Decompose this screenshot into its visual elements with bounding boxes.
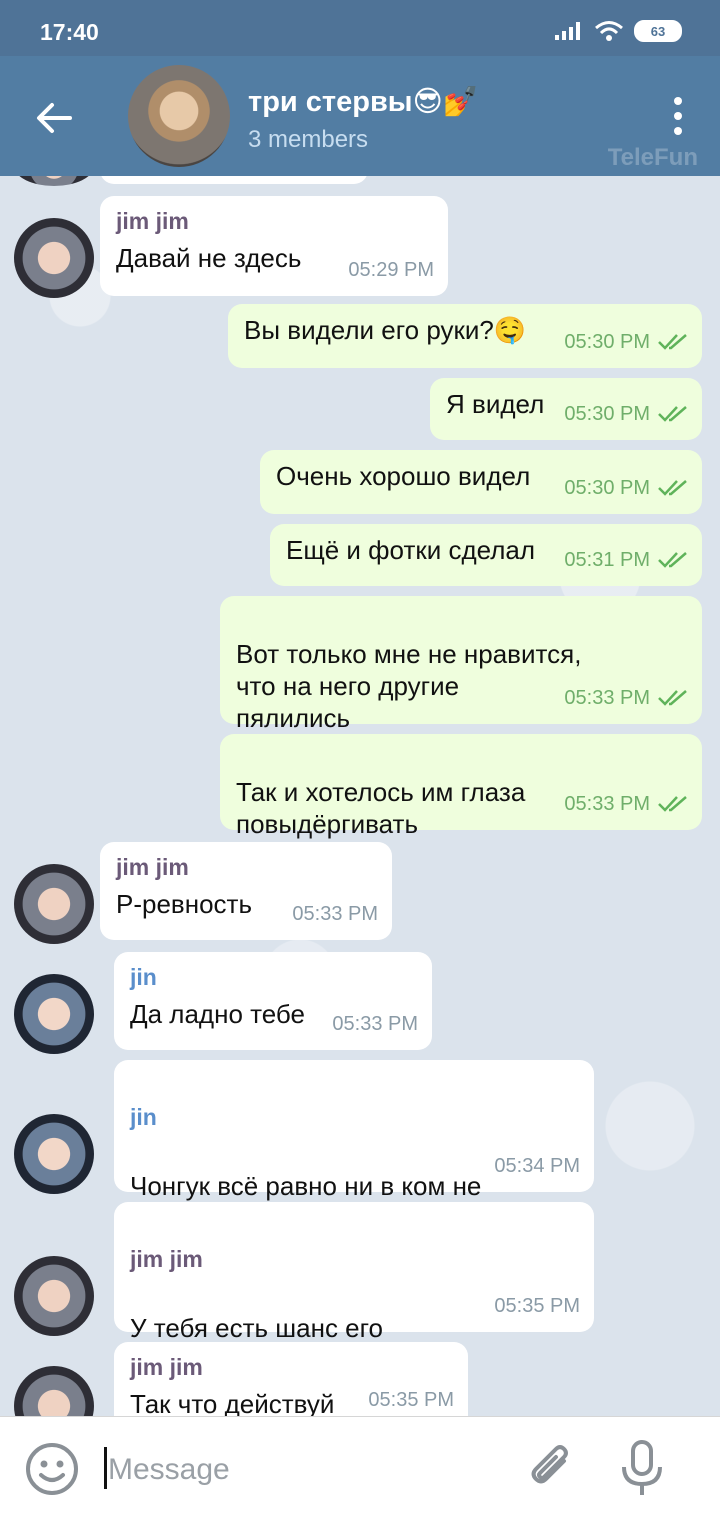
message-time: 05:30 PM: [564, 331, 650, 353]
message-meta: 05:29 PM: [348, 254, 434, 286]
chat-header: три стервы😎💅 3 members TeleFun: [0, 56, 720, 176]
message-bubble[interactable]: jim jim Давай не здесь 05:29 PM: [100, 196, 448, 296]
avatar[interactable]: [14, 864, 94, 944]
message-time: 05:31 PM: [564, 549, 650, 571]
message-meta: 05:35 PM: [368, 1384, 454, 1416]
message-time: 05:34 PM: [494, 1155, 580, 1177]
sender-name: jin: [130, 1104, 157, 1130]
read-checks-icon: [658, 480, 687, 496]
message-time: 05:30 PM: [564, 477, 650, 499]
message-meta: 05:30 PM: [564, 326, 688, 358]
members-count[interactable]: 3 members: [248, 126, 368, 154]
sender-name: jin: [130, 964, 157, 990]
message-time: 05:29 PM: [348, 259, 434, 281]
emoji-icon[interactable]: [24, 1441, 80, 1497]
read-checks-icon: [658, 796, 687, 812]
signal-icon: [555, 22, 580, 40]
message-bubble[interactable]: jin Да ладно тебе 05:33 PM: [114, 952, 432, 1050]
status-icons: 63: [554, 20, 682, 42]
sender-name: jim jim: [116, 854, 189, 880]
sender-name: jim jim: [130, 1354, 203, 1380]
message-bubble[interactable]: Ещё и фотки сделал 05:31 PM: [270, 524, 702, 586]
message-input[interactable]: [106, 1445, 510, 1495]
message-meta: 05:33 PM: [564, 788, 688, 820]
message-time: 05:33 PM: [564, 793, 650, 815]
more-menu-icon[interactable]: [666, 94, 690, 138]
message-bubble[interactable]: Так и хотелось им глаза повыдёргивать 05…: [220, 734, 702, 839]
message-bubble[interactable]: jim jim У тебя есть шанс его привлечь 05…: [114, 1202, 594, 1375]
watermark: TeleFun: [607, 144, 698, 171]
message-bubble[interactable]: [100, 176, 368, 184]
back-arrow-icon[interactable]: [32, 96, 76, 140]
avatar[interactable]: [14, 1114, 94, 1194]
message-meta: 05:31 PM: [564, 544, 688, 576]
read-checks-icon: [658, 406, 687, 422]
avatar[interactable]: [14, 176, 94, 186]
status-time: 17:40: [40, 19, 99, 45]
message-meta: 05:33 PM: [564, 682, 688, 714]
message-time: 05:33 PM: [332, 1013, 418, 1035]
avatar[interactable]: [14, 1256, 94, 1336]
message-bubble[interactable]: Очень хорошо видел 05:30 PM: [260, 450, 702, 514]
message-bubble[interactable]: Вы видели его руки?🤤 05:30 PM: [228, 304, 702, 368]
battery-icon: 63: [634, 20, 682, 42]
sender-name: jim jim: [116, 208, 189, 234]
message-bubble[interactable]: jim jim Так что действуй 05:35 PM: [114, 1342, 468, 1416]
wifi-icon: [595, 21, 623, 41]
avatar[interactable]: [14, 974, 94, 1054]
message-bubble[interactable]: Вот только мне не нравится, что на него …: [220, 596, 702, 733]
chat-title[interactable]: три стервы😎💅: [248, 84, 479, 119]
message-time: 05:30 PM: [564, 403, 650, 425]
message-time: 05:35 PM: [368, 1389, 454, 1411]
attach-icon[interactable]: [524, 1441, 580, 1497]
message-bubble[interactable]: Я видел 05:30 PM: [430, 378, 702, 440]
message-list[interactable]: jim jim Давай не здесь 05:29 PM Вы видел…: [0, 176, 720, 1416]
message-time: 05:33 PM: [564, 687, 650, 709]
message-meta: 05:33 PM: [332, 1008, 418, 1040]
read-checks-icon: [658, 552, 687, 568]
message-time: 05:33 PM: [292, 903, 378, 925]
read-checks-icon: [658, 334, 687, 350]
message-meta: 05:30 PM: [564, 472, 688, 504]
status-bar: 17:40 63: [0, 0, 720, 56]
message-meta: 05:35 PM: [494, 1290, 580, 1322]
battery-level: 63: [650, 23, 666, 39]
message-bubble[interactable]: jin Чонгук всё равно ни в ком не заинтер…: [114, 1060, 594, 1233]
group-avatar[interactable]: [128, 65, 230, 167]
avatar[interactable]: [14, 218, 94, 298]
message-meta: 05:33 PM: [292, 898, 378, 930]
message-meta: 05:30 PM: [564, 398, 688, 430]
message-composer: [0, 1416, 720, 1521]
message-time: 05:35 PM: [494, 1295, 580, 1317]
message-bubble[interactable]: jim jim Р-ревность 05:33 PM: [100, 842, 392, 940]
read-checks-icon: [658, 690, 687, 706]
sender-name: jim jim: [130, 1246, 203, 1272]
avatar[interactable]: [14, 1366, 94, 1416]
microphone-icon[interactable]: [616, 1439, 668, 1499]
message-meta: 05:34 PM: [494, 1150, 580, 1182]
